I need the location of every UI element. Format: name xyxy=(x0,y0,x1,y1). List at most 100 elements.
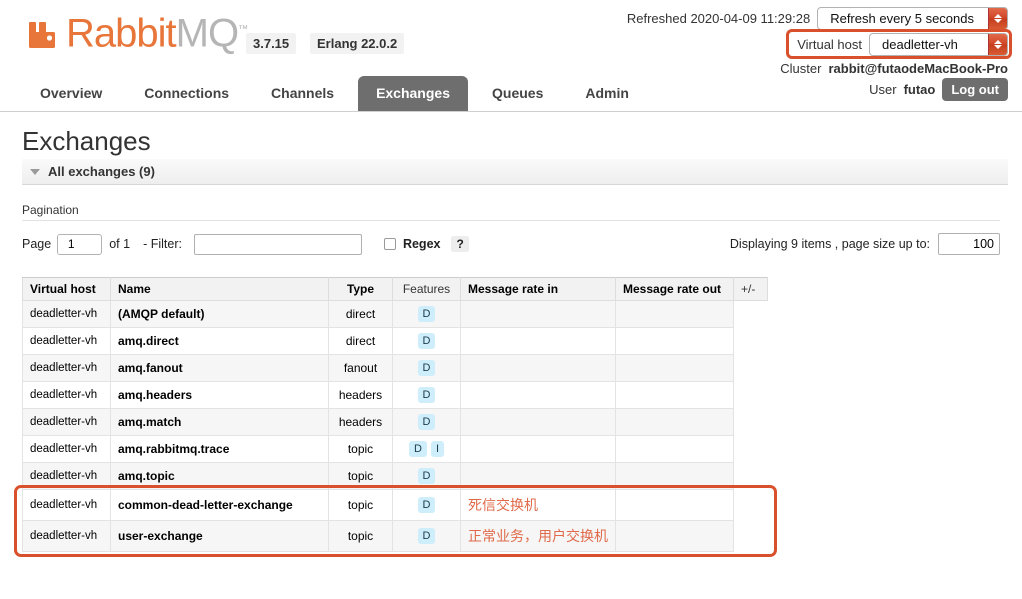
cell-features: DI xyxy=(393,436,461,463)
cell-virtual-host: deadletter-vh xyxy=(23,463,111,490)
annotation-note: 死信交换机 xyxy=(468,497,538,513)
page-title: Exchanges xyxy=(22,126,1008,157)
cell-virtual-host: deadletter-vh xyxy=(23,436,111,463)
cell-message-rate-in: 正常业务，用户交换机 xyxy=(461,521,616,552)
cell-name[interactable]: amq.headers xyxy=(111,382,329,409)
brand-logo[interactable]: RabbitMQ™ xyxy=(27,10,247,53)
page-total-label: of 1 xyxy=(109,237,130,251)
spinner-icon[interactable] xyxy=(84,235,101,254)
cell-name[interactable]: user-exchange xyxy=(111,521,329,552)
cell-virtual-host: deadletter-vh xyxy=(23,301,111,328)
page-number-stepper[interactable] xyxy=(57,234,102,255)
cell-virtual-host: deadletter-vh xyxy=(23,382,111,409)
cell-name[interactable]: amq.match xyxy=(111,409,329,436)
cell-message-rate-out xyxy=(616,490,734,521)
refreshed-timestamp: Refreshed 2020-04-09 11:29:28 xyxy=(627,11,810,26)
cell-features: D xyxy=(393,521,461,552)
cell-message-rate-in xyxy=(461,436,616,463)
cell-features: D xyxy=(393,328,461,355)
exchanges-table: Virtual hostNameTypeFeaturesMessage rate… xyxy=(22,277,768,552)
cell-message-rate-out xyxy=(616,355,734,382)
rabbitmq-logo-icon xyxy=(27,18,63,54)
cell-message-rate-in: 死信交换机 xyxy=(461,490,616,521)
column-header-features[interactable]: Features xyxy=(393,278,461,301)
column-header-name[interactable]: Name xyxy=(111,278,329,301)
tab-channels[interactable]: Channels xyxy=(253,76,352,111)
cell-message-rate-in xyxy=(461,301,616,328)
feature-badge[interactable]: D xyxy=(418,497,436,513)
cell-name[interactable]: amq.fanout xyxy=(111,355,329,382)
page-number-input[interactable] xyxy=(58,235,84,254)
logo-text-mq: MQ xyxy=(176,11,238,55)
cell-virtual-host: deadletter-vh xyxy=(23,328,111,355)
cell-type: topic xyxy=(329,463,393,490)
cell-message-rate-out xyxy=(616,301,734,328)
tab-exchanges[interactable]: Exchanges xyxy=(358,76,468,111)
cell-name[interactable]: amq.topic xyxy=(111,463,329,490)
refresh-interval-value: Refresh every 5 seconds xyxy=(818,8,988,29)
cell-message-rate-in xyxy=(461,409,616,436)
table-row[interactable]: deadletter-vh(AMQP default)direct D xyxy=(23,301,768,328)
cell-name[interactable]: (AMQP default) xyxy=(111,301,329,328)
column-header-[interactable]: +/- xyxy=(734,278,768,301)
column-header-message-rate-in[interactable]: Message rate in xyxy=(461,278,616,301)
table-row[interactable]: deadletter-vhamq.topictopic D xyxy=(23,463,768,490)
feature-badge[interactable]: D xyxy=(418,387,436,403)
cell-type: direct xyxy=(329,328,393,355)
cell-name[interactable]: amq.rabbitmq.trace xyxy=(111,436,329,463)
table-row[interactable]: deadletter-vhamq.matchheadersD xyxy=(23,409,768,436)
feature-badge[interactable]: I xyxy=(431,441,444,457)
regex-checkbox[interactable] xyxy=(384,238,396,250)
spinner-icon[interactable] xyxy=(988,8,1007,29)
main-navigation: OverviewConnectionsChannelsExchangesQueu… xyxy=(0,72,1022,112)
feature-badge[interactable]: D xyxy=(418,333,436,349)
table-row[interactable]: deadletter-vhamq.headersheaders D xyxy=(23,382,768,409)
feature-badge[interactable]: D xyxy=(418,306,436,322)
table-row[interactable]: deadletter-vhuser-exchangetopicD正常业务，用户交… xyxy=(23,521,768,552)
vhost-select[interactable]: deadletter-vh xyxy=(869,33,1008,56)
all-exchanges-section-header[interactable]: All exchanges (9) xyxy=(22,159,1008,185)
vhost-row: Virtual host deadletter-vh xyxy=(627,32,1008,56)
table-row[interactable]: deadletter-vhamq.rabbitmq.tracetopicDI xyxy=(23,436,768,463)
cell-message-rate-out xyxy=(616,463,734,490)
table-row[interactable]: deadletter-vhcommon-dead-letter-exchange… xyxy=(23,490,768,521)
feature-badge[interactable]: D xyxy=(409,441,427,457)
column-header-message-rate-out[interactable]: Message rate out xyxy=(616,278,734,301)
cell-virtual-host: deadletter-vh xyxy=(23,409,111,436)
cell-features: D xyxy=(393,382,461,409)
feature-badge[interactable]: D xyxy=(418,414,436,430)
tab-admin[interactable]: Admin xyxy=(567,76,647,111)
cell-message-rate-in xyxy=(461,382,616,409)
chevron-down-icon[interactable] xyxy=(30,169,40,175)
rabbitmq-version-badge: 3.7.15 xyxy=(246,33,296,54)
filter-input[interactable] xyxy=(194,234,362,255)
cell-name[interactable]: amq.direct xyxy=(111,328,329,355)
divider xyxy=(22,220,1000,221)
rabbitmq-management-page: RabbitMQ™ 3.7.15 Erlang 22.0.2 Refreshed… xyxy=(0,0,1022,599)
tab-queues[interactable]: Queues xyxy=(474,76,561,111)
cell-message-rate-out xyxy=(616,521,734,552)
refresh-interval-select[interactable]: Refresh every 5 seconds xyxy=(817,7,1008,30)
cell-virtual-host: deadletter-vh xyxy=(23,490,111,521)
table-row[interactable]: deadletter-vhamq.directdirect D xyxy=(23,328,768,355)
cell-type: headers xyxy=(329,382,393,409)
column-header-virtual-host[interactable]: Virtual host xyxy=(23,278,111,301)
cell-type: topic xyxy=(329,436,393,463)
cell-type: direct xyxy=(329,301,393,328)
spinner-icon[interactable] xyxy=(988,34,1007,55)
page-size-input[interactable] xyxy=(938,233,1000,255)
filter-label: - Filter: xyxy=(143,237,182,251)
tab-connections[interactable]: Connections xyxy=(126,76,247,111)
cell-type: topic xyxy=(329,490,393,521)
tab-overview[interactable]: Overview xyxy=(22,76,120,111)
feature-badge[interactable]: D xyxy=(418,528,436,544)
table-row[interactable]: deadletter-vhamq.fanoutfanoutD xyxy=(23,355,768,382)
column-header-type[interactable]: Type xyxy=(329,278,393,301)
cell-virtual-host: deadletter-vh xyxy=(23,355,111,382)
help-icon[interactable]: ? xyxy=(451,236,468,252)
cell-name[interactable]: common-dead-letter-exchange xyxy=(111,490,329,521)
vhost-select-value: deadletter-vh xyxy=(870,34,988,55)
feature-badge[interactable]: D xyxy=(418,360,436,376)
feature-badge[interactable]: D xyxy=(418,468,436,484)
cell-message-rate-out xyxy=(616,328,734,355)
